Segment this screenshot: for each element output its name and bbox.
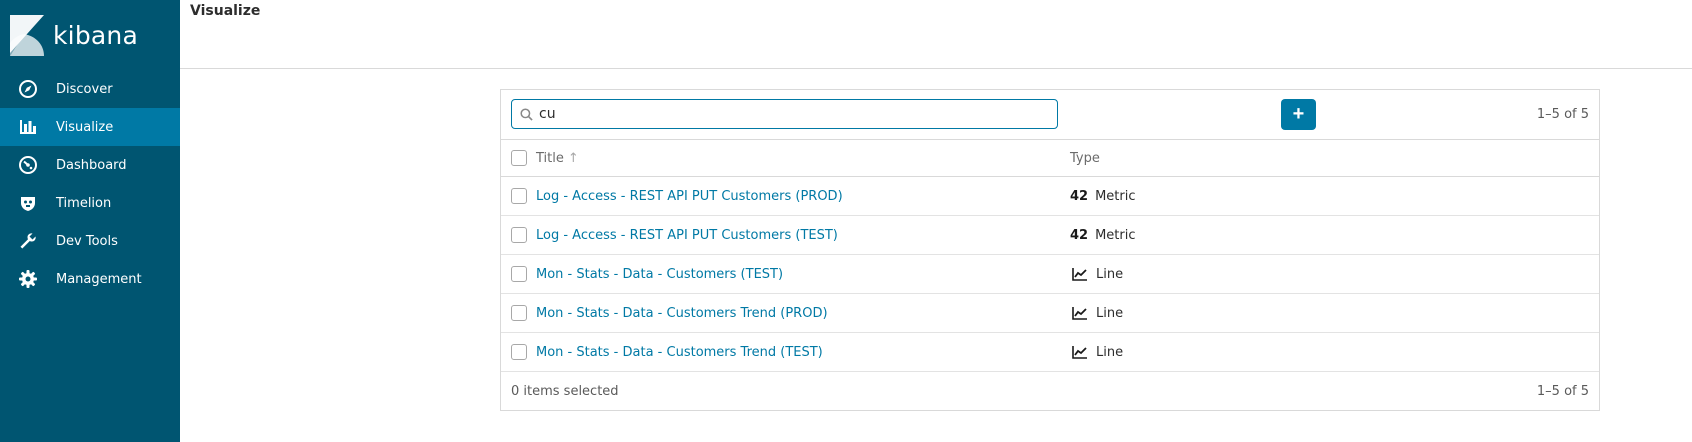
sidebar: kibana Discover Visualize Dashboard Time… [0, 0, 180, 442]
sidebar-item-dev-tools[interactable]: Dev Tools [0, 222, 180, 260]
sidebar-item-dashboard[interactable]: Dashboard [0, 146, 180, 184]
type-cell: 42 Metric [1070, 228, 1136, 243]
add-visualization-button[interactable]: + [1281, 99, 1316, 130]
sidebar-item-timelion[interactable]: Timelion [0, 184, 180, 222]
type-cell: Line [1070, 306, 1123, 321]
visualization-title-link[interactable]: Log - Access - REST API PUT Customers (P… [536, 189, 843, 204]
kibana-app: kibana Discover Visualize Dashboard Time… [0, 0, 1692, 442]
table-row: Log - Access - REST API PUT Customers (P… [501, 177, 1599, 216]
visualization-title-link[interactable]: Mon - Stats - Data - Customers Trend (TE… [536, 345, 823, 360]
sidebar-nav: Discover Visualize Dashboard Timelion De… [0, 70, 180, 298]
search-input[interactable] [539, 102, 1039, 126]
visualizations-table: + 1–5 of 5 Title ↑ Type Log - Access - RE… [500, 89, 1600, 411]
bar-chart-icon [18, 117, 38, 137]
type-label: Line [1096, 344, 1124, 360]
gear-icon [18, 269, 38, 289]
type-label: Metric [1095, 227, 1136, 243]
metric-icon: 42 [1070, 227, 1089, 243]
speedometer-icon [18, 155, 38, 175]
row-checkbox[interactable] [511, 227, 527, 243]
line-chart-icon [1070, 267, 1090, 281]
brand-name: kibana [53, 20, 138, 50]
type-label: Line [1096, 266, 1124, 282]
select-all-checkbox[interactable] [511, 150, 527, 166]
pager-count: 1–5 of 5 [1536, 107, 1589, 122]
column-title-label: Title [536, 150, 564, 166]
sidebar-item-label: Timelion [56, 195, 112, 211]
type-label: Metric [1095, 188, 1136, 204]
sidebar-item-label: Management [56, 271, 142, 287]
table-row: Mon - Stats - Data - Customers Trend (TE… [501, 333, 1599, 372]
sort-ascending-icon[interactable]: ↑ [568, 151, 579, 166]
line-chart-icon [1070, 306, 1090, 320]
row-checkbox[interactable] [511, 188, 527, 204]
wrench-icon [18, 231, 38, 251]
type-label: Line [1096, 305, 1124, 321]
kibana-logo-icon [10, 14, 44, 56]
row-checkbox[interactable] [511, 305, 527, 321]
visualization-title-link[interactable]: Log - Access - REST API PUT Customers (T… [536, 228, 838, 243]
sidebar-item-discover[interactable]: Discover [0, 70, 180, 108]
sidebar-item-management[interactable]: Management [0, 260, 180, 298]
page-title: Visualize [190, 3, 261, 19]
column-header-type[interactable]: Type [1070, 151, 1100, 166]
type-cell: Line [1070, 345, 1123, 360]
footer-pager-count: 1–5 of 5 [1536, 384, 1589, 399]
sidebar-item-label: Visualize [56, 119, 114, 135]
visualization-title-link[interactable]: Mon - Stats - Data - Customers (TEST) [536, 267, 783, 282]
metric-icon: 42 [1070, 188, 1089, 204]
sidebar-item-visualize[interactable]: Visualize [0, 108, 180, 146]
search-box[interactable] [511, 99, 1058, 129]
table-header: Title ↑ Type [501, 140, 1599, 177]
kibana-logo[interactable]: kibana [10, 14, 138, 56]
top-bar: Visualize [180, 0, 1692, 69]
line-chart-icon [1070, 345, 1090, 359]
visualization-title-link[interactable]: Mon - Stats - Data - Customers Trend (PR… [536, 306, 828, 321]
row-checkbox[interactable] [511, 266, 527, 282]
sidebar-item-label: Discover [56, 81, 113, 97]
compass-icon [18, 79, 38, 99]
table-row: Mon - Stats - Data - Customers Trend (PR… [501, 294, 1599, 333]
shield-icon [18, 193, 38, 213]
table-row: Log - Access - REST API PUT Customers (T… [501, 216, 1599, 255]
sidebar-item-label: Dashboard [56, 157, 127, 173]
row-checkbox[interactable] [511, 344, 527, 360]
sidebar-item-label: Dev Tools [56, 233, 118, 249]
type-cell: 42 Metric [1070, 189, 1136, 204]
search-icon [520, 107, 533, 121]
table-footer: 0 items selected 1–5 of 5 [501, 372, 1599, 411]
selected-count: 0 items selected [511, 384, 619, 399]
type-cell: Line [1070, 267, 1123, 282]
table-toolbar: + 1–5 of 5 [501, 90, 1599, 140]
table-row: Mon - Stats - Data - Customers (TEST) Li… [501, 255, 1599, 294]
column-header-title[interactable]: Title ↑ [536, 151, 579, 166]
